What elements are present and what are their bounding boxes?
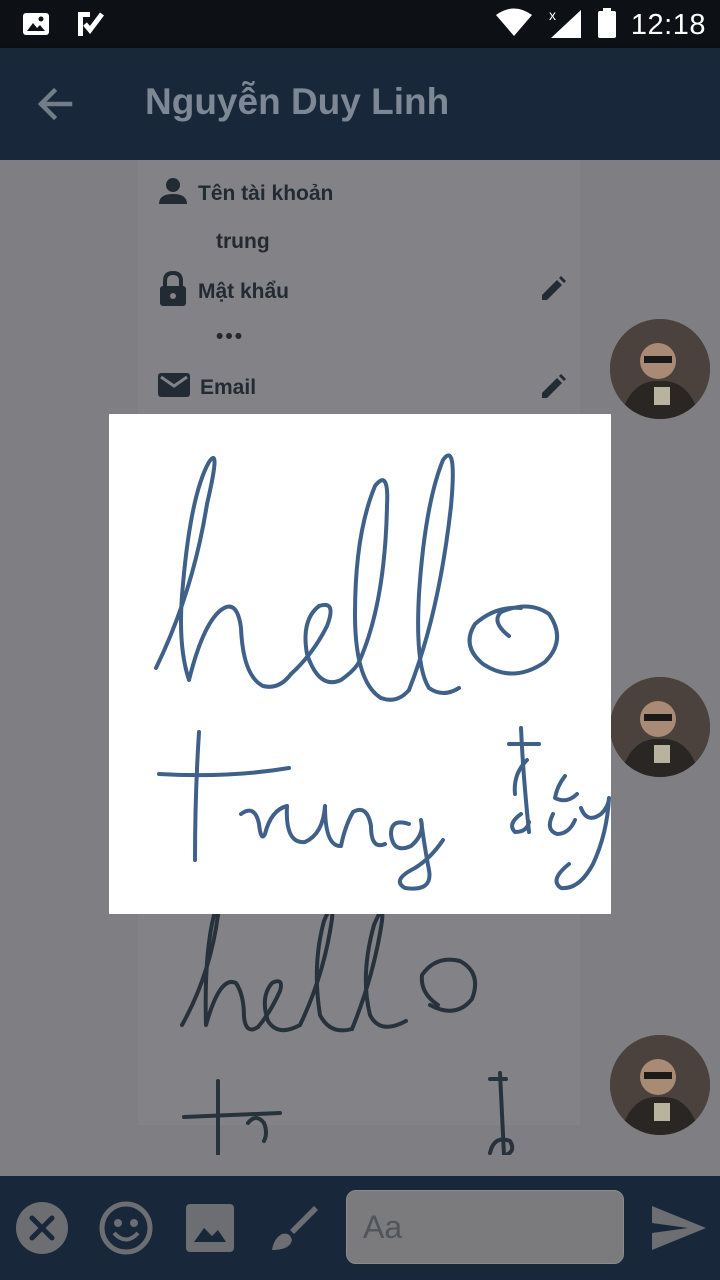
- no-signal-icon: x: [547, 6, 583, 45]
- email-field: Email: [156, 370, 256, 405]
- person-icon: [156, 174, 190, 213]
- app-bar: Nguyễn Duy Linh: [0, 48, 720, 160]
- message-text-input[interactable]: [361, 1207, 609, 1247]
- image-notification-icon: [20, 8, 52, 45]
- close-icon[interactable]: [14, 1200, 70, 1256]
- username-label: Tên tài khoản: [198, 181, 334, 205]
- arrow-back-icon[interactable]: [30, 78, 82, 130]
- edit-email-icon[interactable]: [538, 372, 568, 402]
- email-label: Email: [200, 375, 257, 399]
- status-time: 12:18: [630, 9, 706, 41]
- drawing-preview-image[interactable]: [109, 414, 611, 914]
- message-input-bar: [0, 1176, 720, 1280]
- avatar[interactable]: [610, 1035, 710, 1135]
- username-value: trung: [216, 230, 270, 253]
- email-icon: [156, 370, 192, 405]
- username-field: Tên tài khoản: [156, 174, 333, 213]
- emoji-icon[interactable]: [98, 1200, 154, 1256]
- edit-password-icon[interactable]: [538, 274, 568, 304]
- battery-icon: [597, 7, 617, 44]
- checklist-notification-icon: [74, 8, 106, 45]
- page-title: Nguyễn Duy Linh: [145, 81, 450, 122]
- password-value: •••: [216, 325, 245, 348]
- avatar[interactable]: [610, 319, 710, 419]
- lock-icon: [156, 270, 190, 313]
- brush-icon[interactable]: [266, 1200, 322, 1256]
- message-field[interactable]: [346, 1190, 624, 1264]
- image-icon[interactable]: [182, 1200, 238, 1256]
- password-field: Mật khẩu: [156, 270, 289, 313]
- status-bar: x 12:18: [0, 0, 720, 48]
- drawing-message[interactable]: [160, 895, 590, 1157]
- send-icon[interactable]: [648, 1200, 708, 1256]
- wifi-icon: [495, 8, 533, 43]
- avatar[interactable]: [610, 677, 710, 777]
- password-label: Mật khẩu: [198, 279, 290, 303]
- svg-text:x: x: [549, 7, 556, 23]
